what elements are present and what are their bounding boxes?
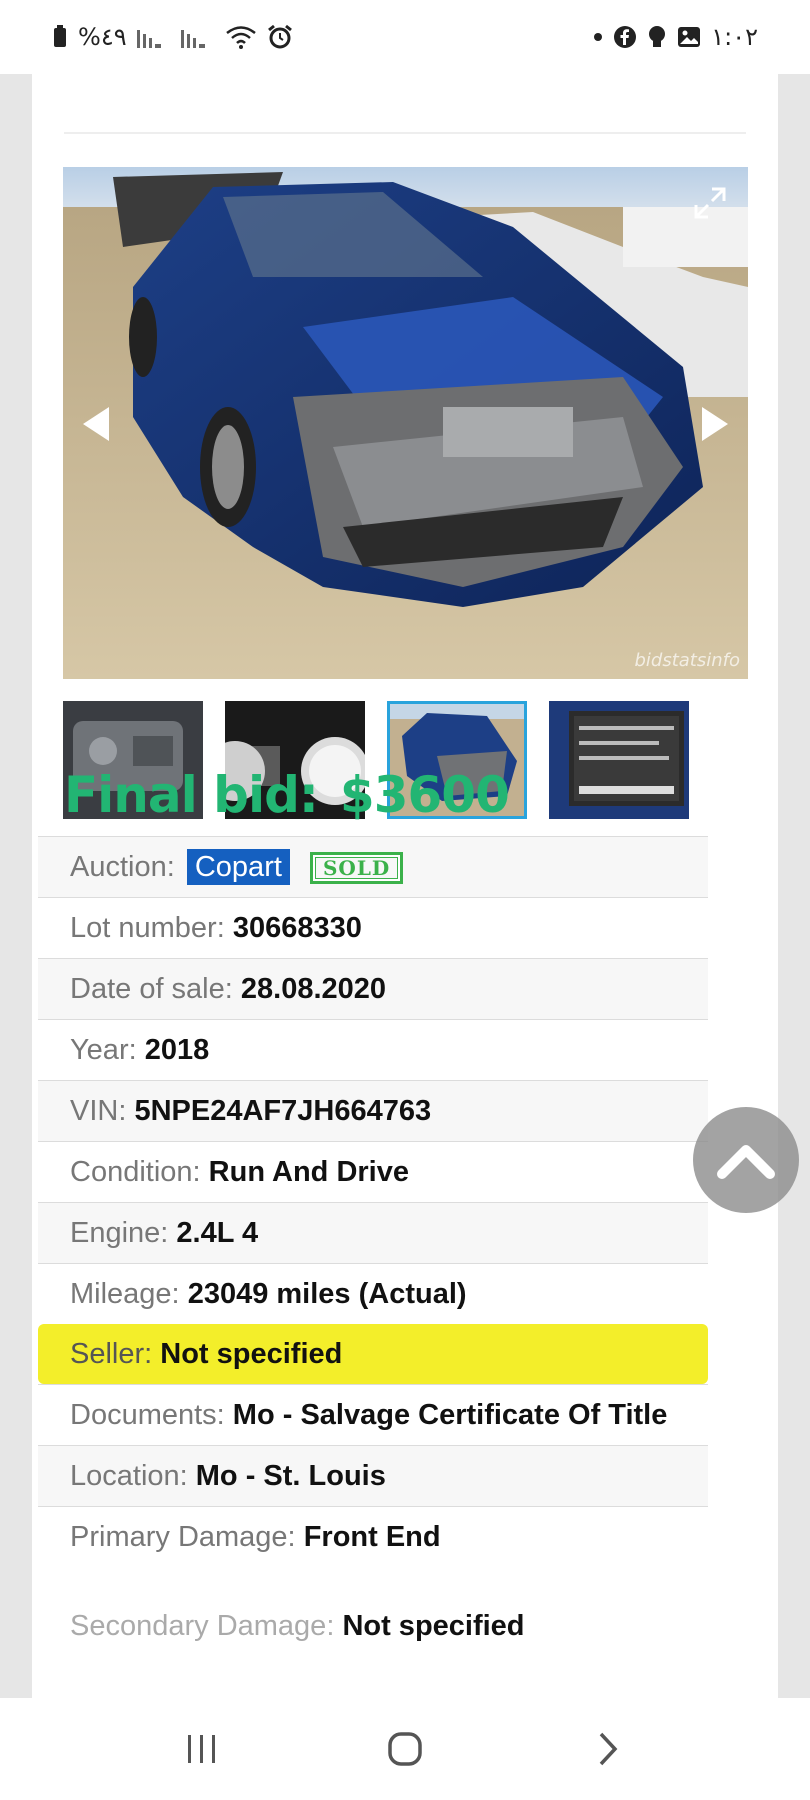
status-left: %٤٩ — [52, 23, 293, 51]
row-engine: Engine: 2.4L 4 — [38, 1202, 708, 1263]
alarm-icon — [267, 24, 292, 49]
final-bid-amount: $3600 — [339, 766, 510, 824]
row-value: 2.4L 4 — [176, 1217, 259, 1249]
home-button[interactable] — [365, 1719, 445, 1779]
row-primary-damage: Primary Damage: Front End — [38, 1506, 708, 1567]
row-label: Lot number: — [70, 912, 225, 944]
next-photo-button[interactable] — [702, 407, 728, 441]
back-button[interactable] — [568, 1719, 648, 1779]
recent-apps-button[interactable] — [162, 1719, 242, 1779]
row-label: Documents: — [70, 1399, 225, 1431]
row-value: 5NPE24AF7JH664763 — [134, 1095, 432, 1127]
photo-watermark: bidstatsinfo — [634, 650, 740, 671]
row-value: Mo - St. Louis — [195, 1460, 386, 1492]
previous-photo-button[interactable] — [83, 407, 109, 441]
row-date-of-sale: Date of sale: 28.08.2020 — [38, 958, 708, 1019]
row-condition: Condition: Run And Drive — [38, 1141, 708, 1202]
row-location: Location: Mo - St. Louis — [38, 1445, 708, 1506]
row-year: Year: 2018 — [38, 1019, 708, 1080]
scroll-to-top-button[interactable] — [693, 1107, 799, 1213]
home-icon — [388, 1732, 422, 1766]
final-bid: Final bid: $3600 — [64, 766, 510, 824]
row-label: Seller: — [70, 1338, 153, 1370]
row-value: Not specified — [342, 1610, 525, 1642]
navigation-bar — [0, 1698, 810, 1800]
battery-percent: %٤٩ — [78, 23, 127, 51]
row-lot-number: Lot number: 30668330 — [38, 897, 708, 958]
row-label: Condition: — [70, 1156, 201, 1188]
row-value: Mo - Salvage Certificate Of Title — [232, 1399, 668, 1431]
thumbnail-label[interactable] — [549, 701, 689, 819]
row-value: Run And Drive — [208, 1156, 409, 1188]
fullscreen-icon[interactable] — [692, 185, 728, 221]
row-value: 28.08.2020 — [240, 973, 387, 1005]
row-value: 2018 — [144, 1034, 210, 1066]
battery-icon — [54, 25, 66, 47]
row-value: 23049 miles (Actual) — [187, 1278, 467, 1310]
row-value: Not specified — [160, 1338, 343, 1370]
row-label: Primary Damage: — [70, 1521, 296, 1553]
recent-apps-icon — [187, 1735, 215, 1763]
chevron-right-icon — [600, 1732, 618, 1766]
gallery-icon — [678, 27, 701, 47]
row-label: Secondary Damage: — [70, 1610, 335, 1642]
main-car-photo[interactable]: bidstatsinfo — [63, 167, 748, 679]
clock: ١:٠٢ — [711, 23, 758, 51]
row-label: Location: — [70, 1460, 188, 1492]
signal-icon — [136, 30, 161, 48]
dot-icon — [594, 33, 603, 41]
divider — [64, 132, 746, 134]
bulb-icon — [649, 26, 666, 47]
status-bar: %٤٩ ١:٠٢ — [0, 0, 810, 74]
listing-details: Auction: Copart SOLD Lot number: 3066833… — [38, 836, 708, 1567]
facebook-icon — [614, 26, 637, 48]
row-documents: Documents: Mo - Salvage Certificate Of T… — [38, 1384, 708, 1445]
row-value: Front End — [303, 1521, 441, 1553]
wifi-icon — [225, 26, 256, 49]
row-label: Mileage: — [70, 1278, 180, 1310]
row-vin: VIN: 5NPE24AF7JH664763 — [38, 1080, 708, 1141]
row-mileage: Mileage: 23049 miles (Actual) — [38, 1263, 708, 1324]
row-label: Year: — [70, 1034, 137, 1066]
row-value: 30668330 — [232, 912, 362, 944]
row-label: Auction: — [70, 851, 175, 883]
chevron-up-icon — [717, 1145, 775, 1179]
sold-stamp: SOLD — [309, 852, 404, 885]
row-label: VIN: — [70, 1095, 127, 1127]
row-label: Date of sale: — [70, 973, 233, 1005]
final-bid-label: Final bid: — [64, 766, 319, 824]
row-label: Engine: — [70, 1217, 169, 1249]
row-auction: Auction: Copart SOLD — [38, 836, 708, 897]
row-seller: Seller: Not specified — [38, 1324, 708, 1384]
auction-badge[interactable]: Copart — [186, 849, 290, 885]
signal-icon-2 — [180, 30, 205, 48]
car-photo-image — [63, 167, 748, 679]
row-secondary-damage-partial: Secondary Damage: Not specified — [70, 1610, 525, 1643]
status-right: ١:٠٢ — [593, 23, 758, 51]
